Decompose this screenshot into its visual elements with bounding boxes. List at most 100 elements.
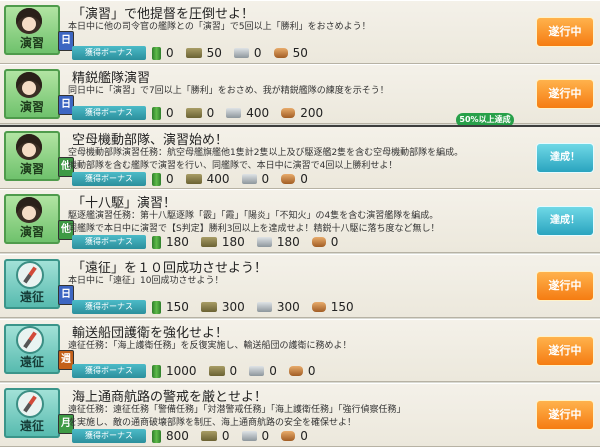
reward-row: 獲得ボーナス 0 400 0 0 xyxy=(72,171,320,187)
ammo-icon xyxy=(200,237,217,247)
quest-status-button[interactable]: 遂行中 xyxy=(536,271,594,301)
quest-description: 本日中に他の司令官の艦隊との「演習」で5回以上「勝利」をおさめよう！ xyxy=(68,21,371,34)
fuel-value: 0 xyxy=(166,106,174,120)
exercise-category-badge: 演習 xyxy=(4,131,60,181)
category-label: 演習 xyxy=(19,225,44,239)
quest-row[interactable]: 遠征 週 輸送船団護衛を強化せよ！ 遠征任務：「海上護衛任務」を反復実施し、輸送… xyxy=(0,319,600,382)
bauxite-icon xyxy=(273,48,288,58)
ammo-icon xyxy=(185,174,202,184)
quest-status-button[interactable]: 達成！ xyxy=(536,206,594,236)
bauxite-value: 200 xyxy=(300,106,324,120)
steel-reward: 180 xyxy=(256,235,300,249)
bauxite-reward: 50 xyxy=(273,46,308,60)
fuel-value: 180 xyxy=(166,235,189,249)
quest-status-button[interactable]: 遂行中 xyxy=(536,400,594,430)
ammo-value: 0 xyxy=(229,364,238,378)
bonus-label: 獲得ボーナス xyxy=(72,364,146,378)
quest-row[interactable]: 演習 他 「十八駆」演習！ 駆逐艦演習任務：第十八駆逐隊「霰」「霞」「陽炎」「不… xyxy=(0,189,600,253)
quest-description-line: 空母機動部隊演習任務：航空母艦旗艦他1隻計2隻以上及び駆逐艦2隻を含む空母機動部… xyxy=(68,148,464,158)
bauxite-reward: 0 xyxy=(281,429,308,443)
quest-row[interactable]: 遠征 月 海上通商航路の警戒を厳とせよ！ 遠征任務：遠征任務「警備任務」「対潜警… xyxy=(0,383,600,447)
bauxite-value: 50 xyxy=(292,46,308,60)
quest-title: 海上通商航路の警戒を厳とせよ！ xyxy=(72,390,268,405)
bauxite-reward: 200 xyxy=(281,106,323,120)
bauxite-icon xyxy=(311,237,326,247)
ammo-reward: 0 xyxy=(185,106,214,120)
quest-row[interactable]: 演習 日 「演習」で他提督を圧倒せよ！ 本日中に他の司令官の艦隊との「演習」で5… xyxy=(0,0,600,64)
steel-icon xyxy=(249,366,265,376)
category-label: 遠征 xyxy=(19,290,44,304)
quest-description-line: 遠征任務：遠征任務「警備任務」「対潜警戒任務」「海上護衛任務」「強行偵察任務」 xyxy=(68,405,406,415)
ammo-icon xyxy=(200,302,217,312)
fuel-icon xyxy=(152,429,161,443)
category-label: 演習 xyxy=(19,162,44,176)
quest-description-line: 同日中に「演習」で7回以上「勝利」をおさめ、我が精鋭艦隊の練度を示そう！ xyxy=(68,86,389,96)
reward-row: 獲得ボーナス 0 0 400 200 xyxy=(72,105,335,121)
fuel-reward: 1000 xyxy=(152,364,197,378)
ammo-reward: 0 xyxy=(208,364,238,378)
ammo-icon xyxy=(185,48,202,58)
reward-row: 獲得ボーナス 0 50 0 50 xyxy=(72,45,320,61)
bauxite-reward: 0 xyxy=(311,235,338,249)
exercise-category-badge: 演習 xyxy=(4,5,60,55)
steel-icon xyxy=(241,174,257,184)
bonus-label: 獲得ボーナス xyxy=(72,46,146,60)
character-portrait-icon xyxy=(16,72,42,98)
steel-icon xyxy=(256,237,272,247)
quest-row[interactable]: 遠征 日 「遠征」を１０回成功させよう！ 本日中に「遠征」10回成功させよう！ … xyxy=(0,254,600,318)
steel-reward: 400 xyxy=(226,106,269,120)
quest-description-line: 遠征任務：「海上護衛任務」を反復実施し、輸送船団の護衛に務めよ！ xyxy=(68,341,352,351)
fuel-value: 0 xyxy=(166,46,174,60)
bauxite-reward: 150 xyxy=(311,300,354,314)
fuel-icon xyxy=(152,364,161,378)
steel-reward: 0 xyxy=(241,429,269,443)
steel-icon xyxy=(226,108,242,118)
bauxite-value: 0 xyxy=(307,364,316,378)
ammo-value: 300 xyxy=(221,300,245,314)
fuel-icon xyxy=(152,235,161,249)
fuel-reward: 0 xyxy=(152,106,174,120)
ammo-value: 50 xyxy=(206,46,222,60)
quest-row[interactable]: 演習 日 精鋭艦隊演習 同日中に「演習」で7回以上「勝利」をおさめ、我が精鋭艦隊… xyxy=(0,64,600,127)
expedition-category-badge: 遠征 xyxy=(4,324,60,374)
fuel-reward: 0 xyxy=(152,46,174,60)
category-label: 遠征 xyxy=(19,419,44,433)
compass-icon xyxy=(16,390,44,418)
compass-icon xyxy=(16,326,44,354)
exercise-category-badge: 演習 xyxy=(4,69,60,119)
steel-value: 0 xyxy=(269,364,277,378)
bauxite-icon xyxy=(281,431,296,441)
fuel-reward: 0 xyxy=(152,172,174,186)
ammo-icon xyxy=(185,108,202,118)
quest-title: 「十八駆」演習！ xyxy=(72,196,177,211)
quest-description-line: 本日中に「遠征」10回成功させよう！ xyxy=(68,276,224,286)
quest-row[interactable]: 演習 他 空母機動部隊、演習始め！ 空母機動部隊演習任務：航空母艦旗艦他1隻計2… xyxy=(0,125,600,189)
quest-status-button[interactable]: 達成！ xyxy=(536,143,594,173)
steel-value: 0 xyxy=(253,46,262,60)
steel-value: 0 xyxy=(261,172,270,186)
ammo-value: 180 xyxy=(221,235,245,249)
quest-status-button[interactable]: 遂行中 xyxy=(536,336,594,366)
quest-description: 遠征任務：「海上護衛任務」を反復実施し、輸送船団の護衛に務めよ！ xyxy=(68,340,352,353)
quest-title: 「演習」で他提督を圧倒せよ！ xyxy=(72,7,255,22)
steel-reward: 0 xyxy=(249,364,277,378)
reward-row: 獲得ボーナス 1000 0 0 0 xyxy=(72,363,327,379)
quest-description-line: 駆逐艦演習任務：第十八駆逐隊「霰」「霞」「陽炎」「不知火」の4隻を含む演習艦隊を… xyxy=(68,211,439,221)
quest-description: 遠征任務：遠征任務「警備任務」「対潜警戒任務」「海上護衛任務」「強行偵察任務」を… xyxy=(68,404,406,430)
bauxite-icon xyxy=(281,108,296,118)
exercise-category-badge: 演習 xyxy=(4,194,60,244)
quest-description-line: 本日中に他の司令官の艦隊との「演習」で5回以上「勝利」をおさめよう！ xyxy=(68,22,371,32)
bauxite-value: 0 xyxy=(300,172,308,186)
ammo-reward: 180 xyxy=(200,235,245,249)
quest-description: 駆逐艦演習任務：第十八駆逐隊「霰」「霞」「陽炎」「不知火」の4隻を含む演習艦隊を… xyxy=(68,210,439,236)
fuel-value: 150 xyxy=(166,300,189,314)
bonus-label: 獲得ボーナス xyxy=(72,300,146,314)
quest-status-button[interactable]: 遂行中 xyxy=(536,79,594,109)
category-label: 遠征 xyxy=(19,355,44,369)
character-portrait-icon xyxy=(16,8,42,34)
fuel-reward: 180 xyxy=(152,235,189,249)
bonus-label: 獲得ボーナス xyxy=(72,106,146,120)
quest-status-button[interactable]: 遂行中 xyxy=(536,17,594,47)
ammo-value: 0 xyxy=(221,429,230,443)
ammo-icon xyxy=(200,431,217,441)
